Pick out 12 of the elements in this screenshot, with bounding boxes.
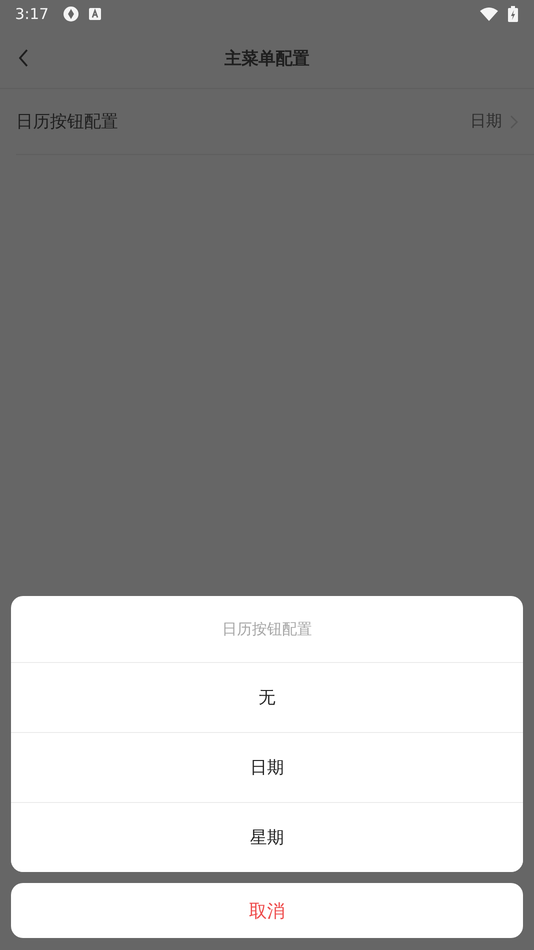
status-time: 3:17 (15, 5, 49, 23)
wifi-icon (480, 7, 498, 21)
cancel-button[interactable]: 取消 (11, 883, 523, 938)
sheet-option[interactable]: 星期 (11, 802, 523, 872)
sheet-title: 日历按钮配置 (221, 618, 313, 640)
aperture-icon (62, 6, 79, 22)
setting-value: 日期 (470, 111, 502, 132)
page-title: 主菜单配置 (224, 48, 310, 70)
setting-label: 日历按钮配置 (16, 111, 119, 133)
notification-icon (88, 8, 101, 20)
battery-icon (508, 6, 518, 22)
back-icon[interactable] (19, 49, 29, 67)
